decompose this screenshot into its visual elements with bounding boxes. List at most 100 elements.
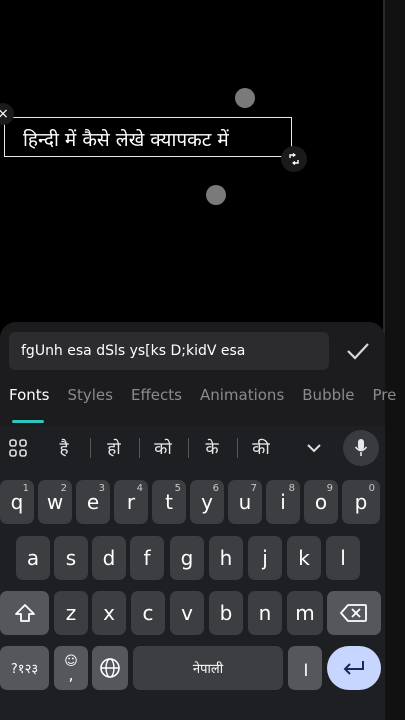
key-label: नेपाली (192, 662, 224, 677)
key-e[interactable]: e3 (76, 480, 110, 524)
tab-styles[interactable]: Styles (67, 386, 113, 404)
microphone-icon[interactable] (343, 430, 379, 466)
key-x[interactable]: x (92, 591, 126, 635)
key-b[interactable]: b (209, 591, 243, 635)
key-label: u (238, 490, 252, 514)
tab-presets[interactable]: Pre (373, 386, 397, 404)
key-label: m (295, 601, 315, 625)
video-canvas[interactable] (0, 0, 385, 322)
key-i[interactable]: i8 (266, 480, 300, 524)
suggestion-item[interactable]: को (139, 436, 187, 459)
key-label: f (143, 546, 151, 570)
rotate-handle[interactable] (235, 88, 255, 108)
key-l[interactable]: l (326, 536, 360, 580)
key-label: n (258, 601, 272, 625)
key-hint: 8 (288, 483, 295, 494)
right-edge-rail (383, 0, 405, 720)
key-y[interactable]: y6 (190, 480, 224, 524)
globe-icon (100, 658, 120, 678)
key-p[interactable]: p0 (342, 480, 380, 524)
confirm-check-icon[interactable] (343, 336, 373, 366)
key-label: s (65, 546, 77, 570)
key-label: j (262, 546, 268, 570)
key-n[interactable]: n (248, 591, 282, 635)
key-a[interactable]: a (16, 536, 50, 580)
space-key[interactable]: नेपाली (133, 646, 283, 690)
key-hint: 5 (174, 483, 181, 494)
key-j[interactable]: j (248, 536, 282, 580)
style-tabs: Fonts Styles Effects Animations Bubble P… (9, 386, 405, 404)
suggestion-item[interactable]: हो (90, 436, 138, 459)
key-q[interactable]: q1 (0, 480, 34, 524)
key-r[interactable]: r4 (114, 480, 148, 524)
chevron-down-icon[interactable] (300, 436, 328, 460)
key-label: o (314, 490, 328, 514)
key-k[interactable]: k (287, 536, 321, 580)
key-f[interactable]: f (130, 536, 164, 580)
suggestion-item[interactable]: के (188, 436, 236, 459)
enter-key[interactable] (327, 646, 381, 690)
key-label: c (142, 601, 154, 625)
shift-icon (14, 604, 35, 622)
key-t[interactable]: t5 (152, 480, 186, 524)
key-h[interactable]: h (209, 536, 243, 580)
backspace-icon (340, 604, 367, 622)
suggestion-item[interactable]: की (237, 436, 285, 459)
key-v[interactable]: v (170, 591, 204, 635)
danda-key[interactable]: । (288, 646, 322, 690)
key-label: z (65, 601, 77, 625)
key-g[interactable]: g (170, 536, 204, 580)
key-d[interactable]: d (92, 536, 126, 580)
text-overlay-box[interactable]: हिन्दी में कैसे लेखे क्यापकट में (4, 117, 292, 157)
symbols-key[interactable]: ?१२३ (0, 646, 49, 690)
text-edit-panel: fgUnh esa dSls ys[ks D;kidV esa Fonts St… (0, 322, 396, 426)
key-z[interactable]: z (54, 591, 88, 635)
tab-animations[interactable]: Animations (200, 386, 284, 404)
move-handle[interactable] (206, 185, 226, 205)
key-label: h (219, 546, 233, 570)
key-w[interactable]: w2 (38, 480, 72, 524)
key-label: y (201, 490, 213, 514)
key-label: q (10, 490, 24, 514)
text-input-value: fgUnh esa dSls ys[ks D;kidV esa (21, 343, 246, 359)
key-label: a (26, 546, 40, 570)
tab-effects[interactable]: Effects (131, 386, 182, 404)
key-label: b (219, 601, 233, 625)
active-tab-indicator (12, 420, 44, 423)
key-hint: 6 (212, 483, 219, 494)
backspace-key[interactable] (327, 591, 381, 635)
key-u[interactable]: u7 (228, 480, 262, 524)
key-hint: 7 (250, 483, 257, 494)
suggestion-strip: है हो को के की (0, 426, 385, 470)
suggestion-item[interactable]: है (40, 436, 88, 459)
tab-fonts[interactable]: Fonts (9, 386, 49, 404)
key-hint: 4 (136, 483, 143, 494)
key-label: । (301, 656, 309, 681)
key-hint: 3 (98, 483, 105, 494)
shift-key[interactable] (0, 591, 49, 635)
key-label: i (280, 490, 286, 514)
key-label: t (165, 490, 173, 514)
key-hint: 1 (22, 483, 29, 494)
text-input-field[interactable]: fgUnh esa dSls ys[ks D;kidV esa (9, 332, 329, 370)
key-label: , (68, 664, 74, 684)
key-o[interactable]: o9 (304, 480, 338, 524)
key-m[interactable]: m (287, 591, 323, 635)
key-label: e (86, 490, 100, 514)
emoji-comma-key[interactable]: ☺ , (54, 646, 88, 690)
language-key[interactable] (92, 646, 128, 690)
enter-icon (343, 661, 364, 675)
key-hint: 0 (368, 483, 375, 494)
key-s[interactable]: s (54, 536, 88, 580)
key-label: v (181, 601, 193, 625)
key-label: x (103, 601, 115, 625)
scale-icon[interactable] (281, 146, 307, 172)
key-label: p (354, 490, 368, 514)
key-hint: 2 (60, 483, 67, 494)
key-label: ?१२३ (10, 662, 39, 677)
key-label: d (102, 546, 116, 570)
text-overlay-content: हिन्दी में कैसे लेखे क्यापकट में (23, 129, 229, 151)
apps-grid-icon[interactable] (4, 434, 32, 462)
key-c[interactable]: c (131, 591, 165, 635)
tab-bubble[interactable]: Bubble (302, 386, 354, 404)
